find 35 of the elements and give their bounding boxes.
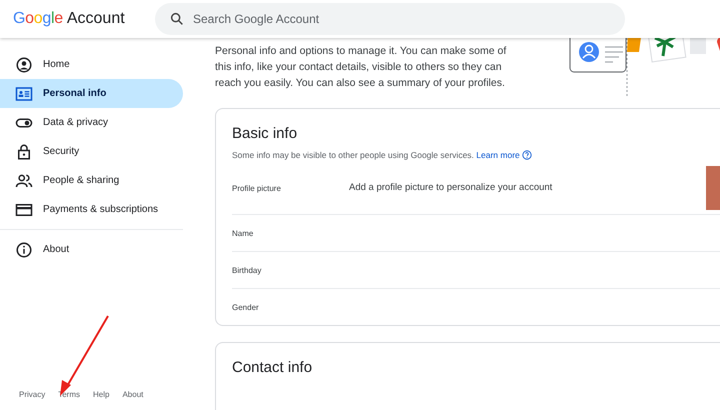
sidebar-item[interactable]: Payments & subscriptions	[0, 195, 183, 224]
info-row[interactable]: Profile picture Add a profile picture to personalize your account	[232, 160, 720, 214]
footer-link[interactable]: Privacy	[19, 390, 46, 399]
card-title: Contact info	[232, 359, 314, 376]
card-subtitle: Some info may be visible to other people using Google services. Learn more	[232, 150, 720, 160]
footer-link[interactable]: Help	[93, 390, 110, 399]
row-label: Profile picture	[232, 184, 282, 193]
search-field[interactable]: Search Google Account	[155, 3, 625, 35]
learn-more-link[interactable]: Learn more	[476, 150, 532, 160]
sidebar-item[interactable]: Personal info	[0, 79, 183, 108]
sidebar-item[interactable]: About	[0, 235, 183, 264]
lock-icon	[15, 142, 33, 160]
account-circle-icon	[15, 56, 33, 74]
product-name: Account	[66, 10, 125, 28]
photo-placeholder	[706, 166, 720, 210]
help-icon	[522, 150, 532, 160]
row-value: Add a profile picture to personalize your account	[349, 182, 552, 193]
logo-wordmark[interactable]: Google	[13, 10, 63, 28]
info-row[interactable]: Birthday	[232, 251, 720, 288]
id-card-icon	[15, 84, 33, 102]
card-title: Basic info	[232, 125, 298, 142]
row-label: Gender	[232, 302, 260, 312]
people-icon	[15, 172, 33, 190]
intro-text: Personal info and options to manage it. You can make some of this info, like your contact details, visible to others so they can reach you easily. You can also see a summary of your profiles.	[215, 44, 508, 91]
info-row[interactable]: Gender	[232, 288, 720, 325]
info-icon	[15, 240, 33, 258]
sidebar-item[interactable]: Data & privacy	[0, 108, 183, 137]
sidebar-item[interactable]: Home	[0, 50, 183, 79]
footer-link[interactable]: About	[122, 390, 144, 399]
search-icon	[169, 11, 185, 27]
row-label: Name	[232, 228, 254, 238]
sidebar-item[interactable]: People & sharing	[0, 166, 183, 195]
info-row[interactable]: Name	[232, 214, 720, 251]
sidebar-item[interactable]: Security	[0, 137, 183, 166]
row-label: Birthday	[232, 266, 262, 274]
